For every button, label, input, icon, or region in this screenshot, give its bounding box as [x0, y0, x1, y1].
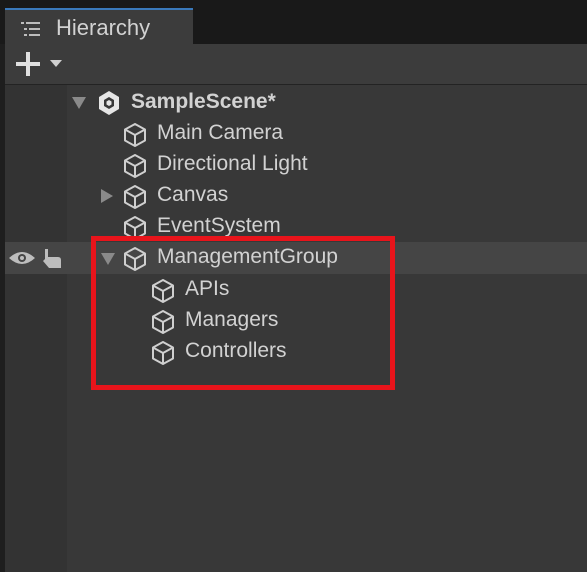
- hierarchy-toolbar: [5, 44, 587, 85]
- eye-icon[interactable]: [8, 250, 36, 266]
- list-item-label: Directional Light: [157, 152, 308, 175]
- list-item[interactable]: Canvas: [5, 180, 587, 211]
- hand-icon[interactable]: [40, 247, 62, 269]
- cube-icon: [124, 247, 146, 271]
- list-item[interactable]: APIs: [5, 274, 587, 305]
- list-item-label: ManagementGroup: [157, 245, 338, 268]
- list-item[interactable]: Main Camera: [5, 118, 587, 149]
- list-item-label: EventSystem: [157, 214, 281, 237]
- list-item[interactable]: EventSystem: [5, 211, 587, 242]
- scene-name: SampleScene*: [131, 90, 276, 113]
- list-item[interactable]: Directional Light: [5, 149, 587, 180]
- unity-scene-icon: [99, 91, 119, 115]
- tab-strip: Hierarchy: [0, 0, 587, 44]
- list-item-label: APIs: [185, 277, 230, 300]
- cube-icon: [124, 123, 146, 147]
- caret-down-icon: [50, 60, 62, 67]
- hierarchy-window: SampleScene* Main Camera Directional Lig…: [5, 44, 587, 572]
- list-item-label: Main Camera: [157, 121, 284, 144]
- list-item[interactable]: Managers: [5, 305, 587, 336]
- hierarchy-list: SampleScene* Main Camera Directional Lig…: [5, 85, 587, 572]
- scene-row[interactable]: SampleScene*: [5, 87, 587, 118]
- tab-title: Hierarchy: [56, 15, 151, 40]
- list-item[interactable]: ManagementGroup: [5, 242, 587, 274]
- add-object-button[interactable]: [15, 52, 67, 76]
- list-icon: [21, 22, 40, 36]
- plus-icon: [16, 52, 40, 76]
- cube-icon: [124, 216, 146, 240]
- cube-icon: [152, 279, 174, 303]
- expanded-arrow-icon[interactable]: [100, 252, 116, 266]
- list-item-label: Canvas: [157, 183, 229, 206]
- list-item-label: Controllers: [185, 339, 287, 362]
- tab-hierarchy[interactable]: Hierarchy: [5, 8, 193, 44]
- cube-icon: [124, 154, 146, 178]
- cube-icon: [152, 341, 174, 365]
- collapsed-arrow-icon[interactable]: [100, 188, 114, 204]
- list-item[interactable]: Controllers: [5, 336, 587, 367]
- cube-icon: [152, 310, 174, 334]
- expanded-arrow-icon[interactable]: [71, 96, 87, 110]
- cube-icon: [124, 185, 146, 209]
- list-item-label: Managers: [185, 308, 279, 331]
